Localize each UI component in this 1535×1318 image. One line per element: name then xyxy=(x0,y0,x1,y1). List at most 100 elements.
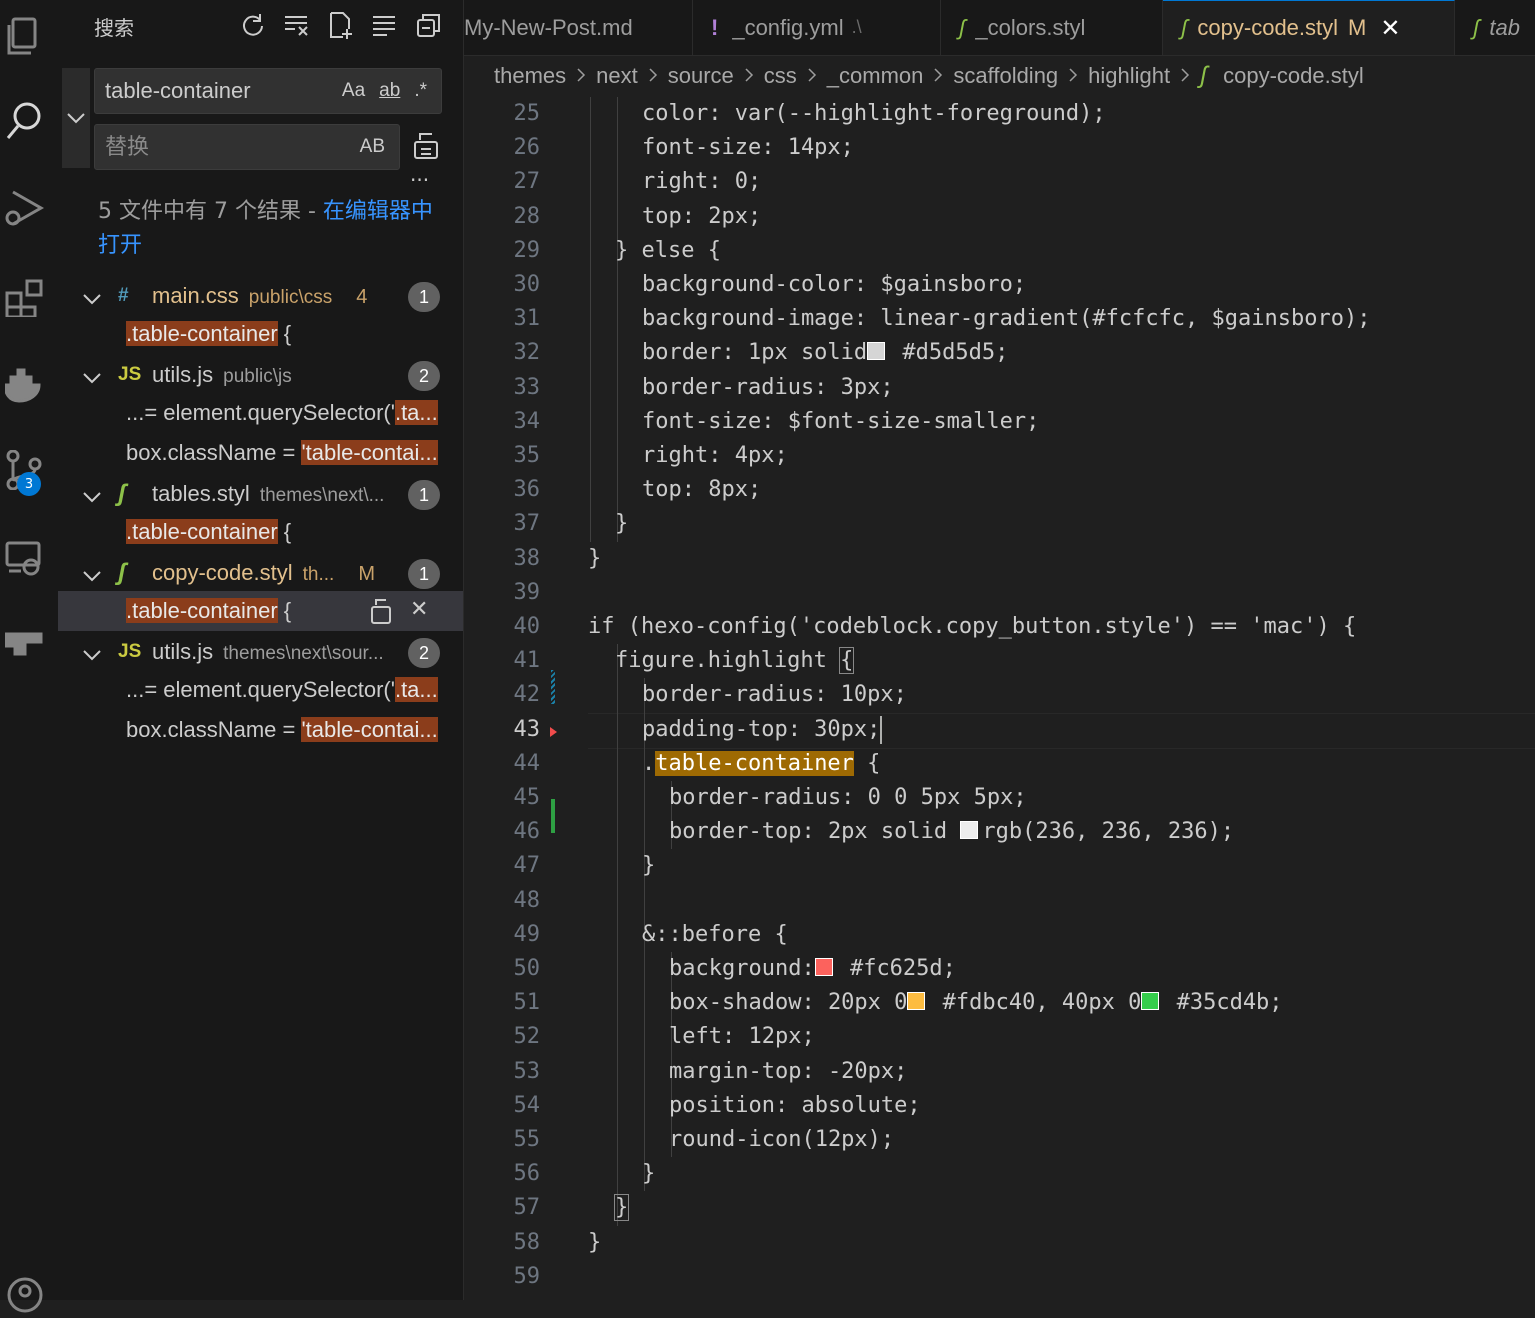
explorer-icon[interactable] xyxy=(0,10,50,60)
color-swatch[interactable] xyxy=(907,992,926,1011)
tab-active[interactable]: ʃ copy-code.styl M ✕ xyxy=(1163,0,1455,55)
breadcrumb-item[interactable]: _common xyxy=(827,63,924,89)
code-token: rgb(236, 236, 236); xyxy=(982,819,1235,845)
refresh-icon[interactable] xyxy=(238,10,268,40)
file-result-row[interactable]: ʃ tables.styl themes\next\... 1 xyxy=(58,474,463,514)
breadcrumb-item[interactable]: highlight xyxy=(1088,63,1170,89)
code-line: 49 &::before { xyxy=(464,918,1535,952)
match-row[interactable]: box.className = 'table-contai... xyxy=(58,433,463,473)
close-icon[interactable]: ✕ xyxy=(1380,14,1400,43)
tab[interactable]: ! _config.yml .\ xyxy=(693,0,941,55)
line-number: 39 xyxy=(513,579,541,605)
code-token: } else { xyxy=(615,237,721,263)
match-prefix: box.className = xyxy=(126,717,302,742)
docker-icon[interactable] xyxy=(0,358,50,408)
extensions-icon[interactable] xyxy=(0,272,50,322)
line-number: 27 xyxy=(513,169,541,195)
chevron-down-icon[interactable] xyxy=(82,365,102,391)
code-token: border: 1px solid xyxy=(642,340,868,366)
replace-match-icon[interactable] xyxy=(370,597,392,631)
new-search-editor-icon[interactable] xyxy=(326,10,356,40)
code-token: #fc625d; xyxy=(836,956,956,981)
file-type-icon: ʃ xyxy=(118,559,126,586)
match-row[interactable]: box.className = 'table-contai... xyxy=(58,710,463,750)
code-token: left: 12px; xyxy=(669,1024,815,1050)
file-result-row[interactable]: JS utils.js public\js 2 xyxy=(58,355,463,395)
file-path: th... xyxy=(302,564,335,585)
match-case-toggle[interactable]: Aa xyxy=(342,80,365,102)
code-token: color: var(--highlight-foreground); xyxy=(642,101,1106,126)
code-line: 38} xyxy=(464,542,1535,576)
dismiss-match-icon[interactable]: ✕ xyxy=(410,596,428,622)
match-whole-word-toggle[interactable]: ab xyxy=(379,80,400,102)
clear-results-icon[interactable] xyxy=(282,10,312,40)
color-swatch[interactable] xyxy=(960,821,979,840)
code-line: 28 top: 2px; xyxy=(464,200,1535,234)
code-token: } xyxy=(615,511,629,537)
search-input[interactable] xyxy=(95,77,342,105)
code-token: position: absolute; xyxy=(669,1092,921,1118)
code-token: padding-top: 30px; xyxy=(642,716,881,742)
code-text: round-icon(12px); xyxy=(669,1123,894,1157)
line-number: 32 xyxy=(513,340,541,366)
code-text: top: 2px; xyxy=(642,200,761,234)
testing-icon[interactable] xyxy=(0,615,50,665)
chevron-down-icon[interactable] xyxy=(82,563,102,589)
chevron-down-icon[interactable] xyxy=(82,286,102,312)
breadcrumb-item[interactable]: css xyxy=(764,63,797,89)
chevron-down-icon[interactable] xyxy=(82,484,102,510)
more-options-icon[interactable]: ··· xyxy=(410,168,429,192)
color-swatch[interactable] xyxy=(867,342,886,361)
match-row[interactable]: .table-container {✕ xyxy=(58,591,463,631)
tab-label: tab xyxy=(1489,14,1520,40)
breadcrumb-item[interactable]: next xyxy=(596,63,638,89)
match-row[interactable]: ...= element.querySelector('.ta... xyxy=(58,393,463,433)
tab[interactable]: ʃ _colors.styl xyxy=(941,0,1163,55)
chevron-right-icon xyxy=(1180,63,1190,89)
color-swatch[interactable] xyxy=(1141,992,1160,1011)
remote-explorer-icon[interactable] xyxy=(0,532,50,582)
code-editor[interactable]: 25 color: var(--highlight-foreground); 26 f… xyxy=(464,97,1535,1300)
line-number: 35 xyxy=(513,443,541,468)
code-token: #fdbc40, 40px 0 xyxy=(929,990,1142,1016)
search-icon[interactable] xyxy=(0,95,50,145)
match-row[interactable]: ...= element.querySelector('.ta... xyxy=(58,670,463,710)
run-debug-icon[interactable] xyxy=(0,183,50,233)
code-text: font-size: 14px; xyxy=(642,131,854,165)
preserve-case-toggle[interactable]: AB xyxy=(360,136,385,158)
file-result-row[interactable]: ʃ copy-code.styl th... M 1 xyxy=(58,553,463,593)
match-text: .table-container { xyxy=(126,321,291,347)
code-line: 40 if (hexo-config('codeblock.copy_button… xyxy=(464,610,1535,644)
breadcrumb-item[interactable]: copy-code.styl xyxy=(1223,63,1364,89)
breadcrumb-item[interactable]: scaffolding xyxy=(953,63,1058,89)
view-as-tree-icon[interactable] xyxy=(414,10,444,40)
accounts-icon[interactable] xyxy=(0,1268,50,1318)
tab[interactable]: My-New-Post.md xyxy=(464,0,693,55)
yaml-icon: ! xyxy=(711,14,719,40)
file-result-row[interactable]: JS utils.js themes\next\sour... 2 xyxy=(58,632,463,672)
gutter-added-marker xyxy=(551,799,555,834)
line-number: 42 xyxy=(513,682,541,708)
replace-input[interactable] xyxy=(95,133,360,161)
code-line: 29} else { xyxy=(464,234,1535,268)
replace-all-icon[interactable] xyxy=(412,130,440,164)
file-path: themes\next\... xyxy=(259,485,385,506)
code-token: border-radius: 3px; xyxy=(642,374,894,400)
breadcrumb-item[interactable]: source xyxy=(668,63,734,89)
file-name: tables.styl themes\next\... xyxy=(152,481,384,507)
collapse-all-icon[interactable] xyxy=(370,10,400,40)
modified-indicator: M xyxy=(1348,15,1367,40)
code-line: 36 top: 8px; xyxy=(464,473,1535,507)
file-result-row[interactable]: # main.css public\css 4 1 xyxy=(58,276,463,316)
tab[interactable]: ʃ tab xyxy=(1455,0,1535,55)
chevron-down-icon[interactable] xyxy=(82,642,102,668)
breadcrumb-item[interactable]: themes xyxy=(494,63,566,89)
match-row[interactable]: .table-container { xyxy=(58,512,463,552)
code-line: 26 font-size: 14px; xyxy=(464,131,1535,165)
regex-toggle[interactable]: .* xyxy=(414,80,427,102)
match-row[interactable]: .table-container { xyxy=(58,314,463,354)
color-swatch[interactable] xyxy=(814,958,833,976)
code-line: 27 right: 0; xyxy=(464,165,1535,199)
code-line: 56} xyxy=(464,1157,1535,1191)
toggle-replace-button[interactable] xyxy=(62,68,90,168)
